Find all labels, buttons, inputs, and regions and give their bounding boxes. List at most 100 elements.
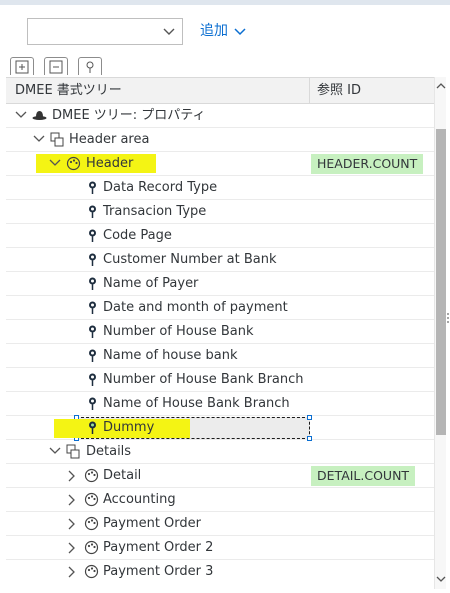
scrollbar-thumb[interactable] [436,129,446,435]
tree-field-label: Name of House Bank Branch [103,396,290,411]
tree-node-accounting[interactable]: Accounting [6,488,434,512]
dmee-tree: DMEE ツリー: プロパティ Header area Header HEADE… [6,104,434,584]
segment-palette-icon [84,516,99,531]
scroll-down-icon[interactable] [436,573,446,585]
collapse-all-icon [49,60,63,74]
tree-node-label: Details [86,444,132,459]
field-pin-icon [89,349,96,362]
tree-node-header-area[interactable]: Header area [6,128,434,152]
vertical-scrollbar[interactable] [434,77,446,589]
chevron-right-icon [68,494,75,506]
tree-field-row[interactable]: Name of Payer [6,272,434,296]
field-pin-icon [89,277,96,290]
expand-all-icon [15,60,29,74]
expand-toggle[interactable] [66,488,80,511]
tree-node-label: DMEE ツリー: プロパティ [52,108,206,123]
chevron-down-icon [49,447,61,454]
segment-palette-icon [84,540,99,555]
tree-node-payment-order-2[interactable]: Payment Order 2 [6,536,434,560]
add-button[interactable]: 追加 [200,20,246,42]
segment-palette-icon [66,156,81,171]
column-header-ref-id[interactable]: 参照 ID [317,78,361,103]
field-pin-icon [89,325,96,338]
details-button[interactable] [78,57,102,75]
segment-palette-icon [84,492,99,507]
tree-node-label: Payment Order 3 [103,564,214,579]
field-pin-icon [89,253,96,266]
tree-field-row[interactable]: Data Record Type [6,176,434,200]
tree-node-details[interactable]: Details [6,440,434,464]
tree-field-row[interactable]: Number of House Bank Branch [6,368,434,392]
segment-palette-icon [84,468,99,483]
field-pin-icon [89,205,96,218]
tree-node-label: Accounting [103,492,176,507]
collapse-toggle[interactable] [48,440,62,463]
format-select[interactable] [27,18,183,45]
structure-node-icon [66,444,80,459]
field-pin-icon [89,181,96,194]
ref-id-cell: DETAIL.COUNT [311,466,416,486]
tree-field-row[interactable]: Code Page [6,224,434,248]
expand-toggle[interactable] [66,560,80,583]
chevron-down-icon [15,111,27,118]
main-toolbar: 追加 [0,5,450,51]
tree-node-detail[interactable]: Detail DETAIL.COUNT [6,464,434,488]
tree-node-payment-order[interactable]: Payment Order [6,512,434,536]
tree-node-label: Header [86,156,134,171]
splitter-grip-icon[interactable] [446,311,450,325]
tree-field-label: Number of House Bank [103,324,254,339]
collapse-toggle[interactable] [14,104,28,127]
field-pin-icon [89,373,96,386]
tree-field-label: Customer Number at Bank [103,252,277,267]
tree-table-header: DMEE 書式ツリー 参照 ID [6,77,434,104]
tree-node-payment-order-3[interactable]: Payment Order 3 [6,560,434,584]
field-pin-icon [89,421,96,434]
field-pin-icon [89,301,96,314]
hat-icon [32,111,47,120]
collapse-all-button[interactable] [44,57,68,75]
collapse-toggle[interactable] [32,128,46,151]
expand-toggle[interactable] [66,512,80,535]
structure-node-icon [50,132,64,147]
tree-node-header[interactable]: Header HEADER.COUNT [6,152,434,176]
chevron-down-icon [49,159,61,166]
chevron-right-icon [68,542,75,554]
tree-field-row[interactable]: Customer Number at Bank [6,248,434,272]
ref-id-cell: HEADER.COUNT [311,154,424,174]
tree-node-dummy[interactable]: Dummy [6,415,434,441]
collapse-toggle[interactable] [48,152,62,175]
pin-icon [86,61,94,73]
column-header-tree[interactable]: DMEE 書式ツリー [6,78,310,103]
tree-node-root[interactable]: DMEE ツリー: プロパティ [6,104,434,128]
selection-handle [307,415,312,420]
tree-field-label: Date and month of payment [103,300,288,315]
tree-field-row[interactable]: Date and month of payment [6,296,434,320]
tree-field-row[interactable]: Transacion Type [6,200,434,224]
tree-field-row[interactable]: Number of House Bank [6,320,434,344]
field-pin-icon [89,397,96,410]
chevron-right-icon [68,518,75,530]
chevron-right-icon [68,566,75,578]
segment-palette-icon [84,564,99,579]
chevron-down-icon [234,28,246,36]
tree-toolbar [0,51,450,77]
field-pin-icon [89,229,96,242]
add-button-label: 追加 [200,23,228,39]
tree-node-label: Header area [69,132,150,147]
scroll-up-icon[interactable] [436,80,446,92]
expand-toggle[interactable] [66,464,80,487]
expand-toggle[interactable] [66,536,80,559]
tree-node-label: Dummy [103,420,155,435]
tree-field-label: Data Record Type [103,180,218,195]
tree-node-label: Detail [103,468,142,483]
expand-all-button[interactable] [10,57,34,75]
tree-field-row[interactable]: Name of house bank [6,344,434,368]
tree-field-label: Code Page [103,228,172,243]
tree-field-label: Name of house bank [103,348,238,363]
tree-node-label: Payment Order 2 [103,540,214,555]
chevron-down-icon [33,135,45,142]
tree-field-label: Number of House Bank Branch [103,372,304,387]
tree-field-row[interactable]: Name of House Bank Branch [6,392,434,416]
tree-field-label: Transacion Type [103,204,207,219]
tree-node-label: Payment Order [103,516,201,531]
